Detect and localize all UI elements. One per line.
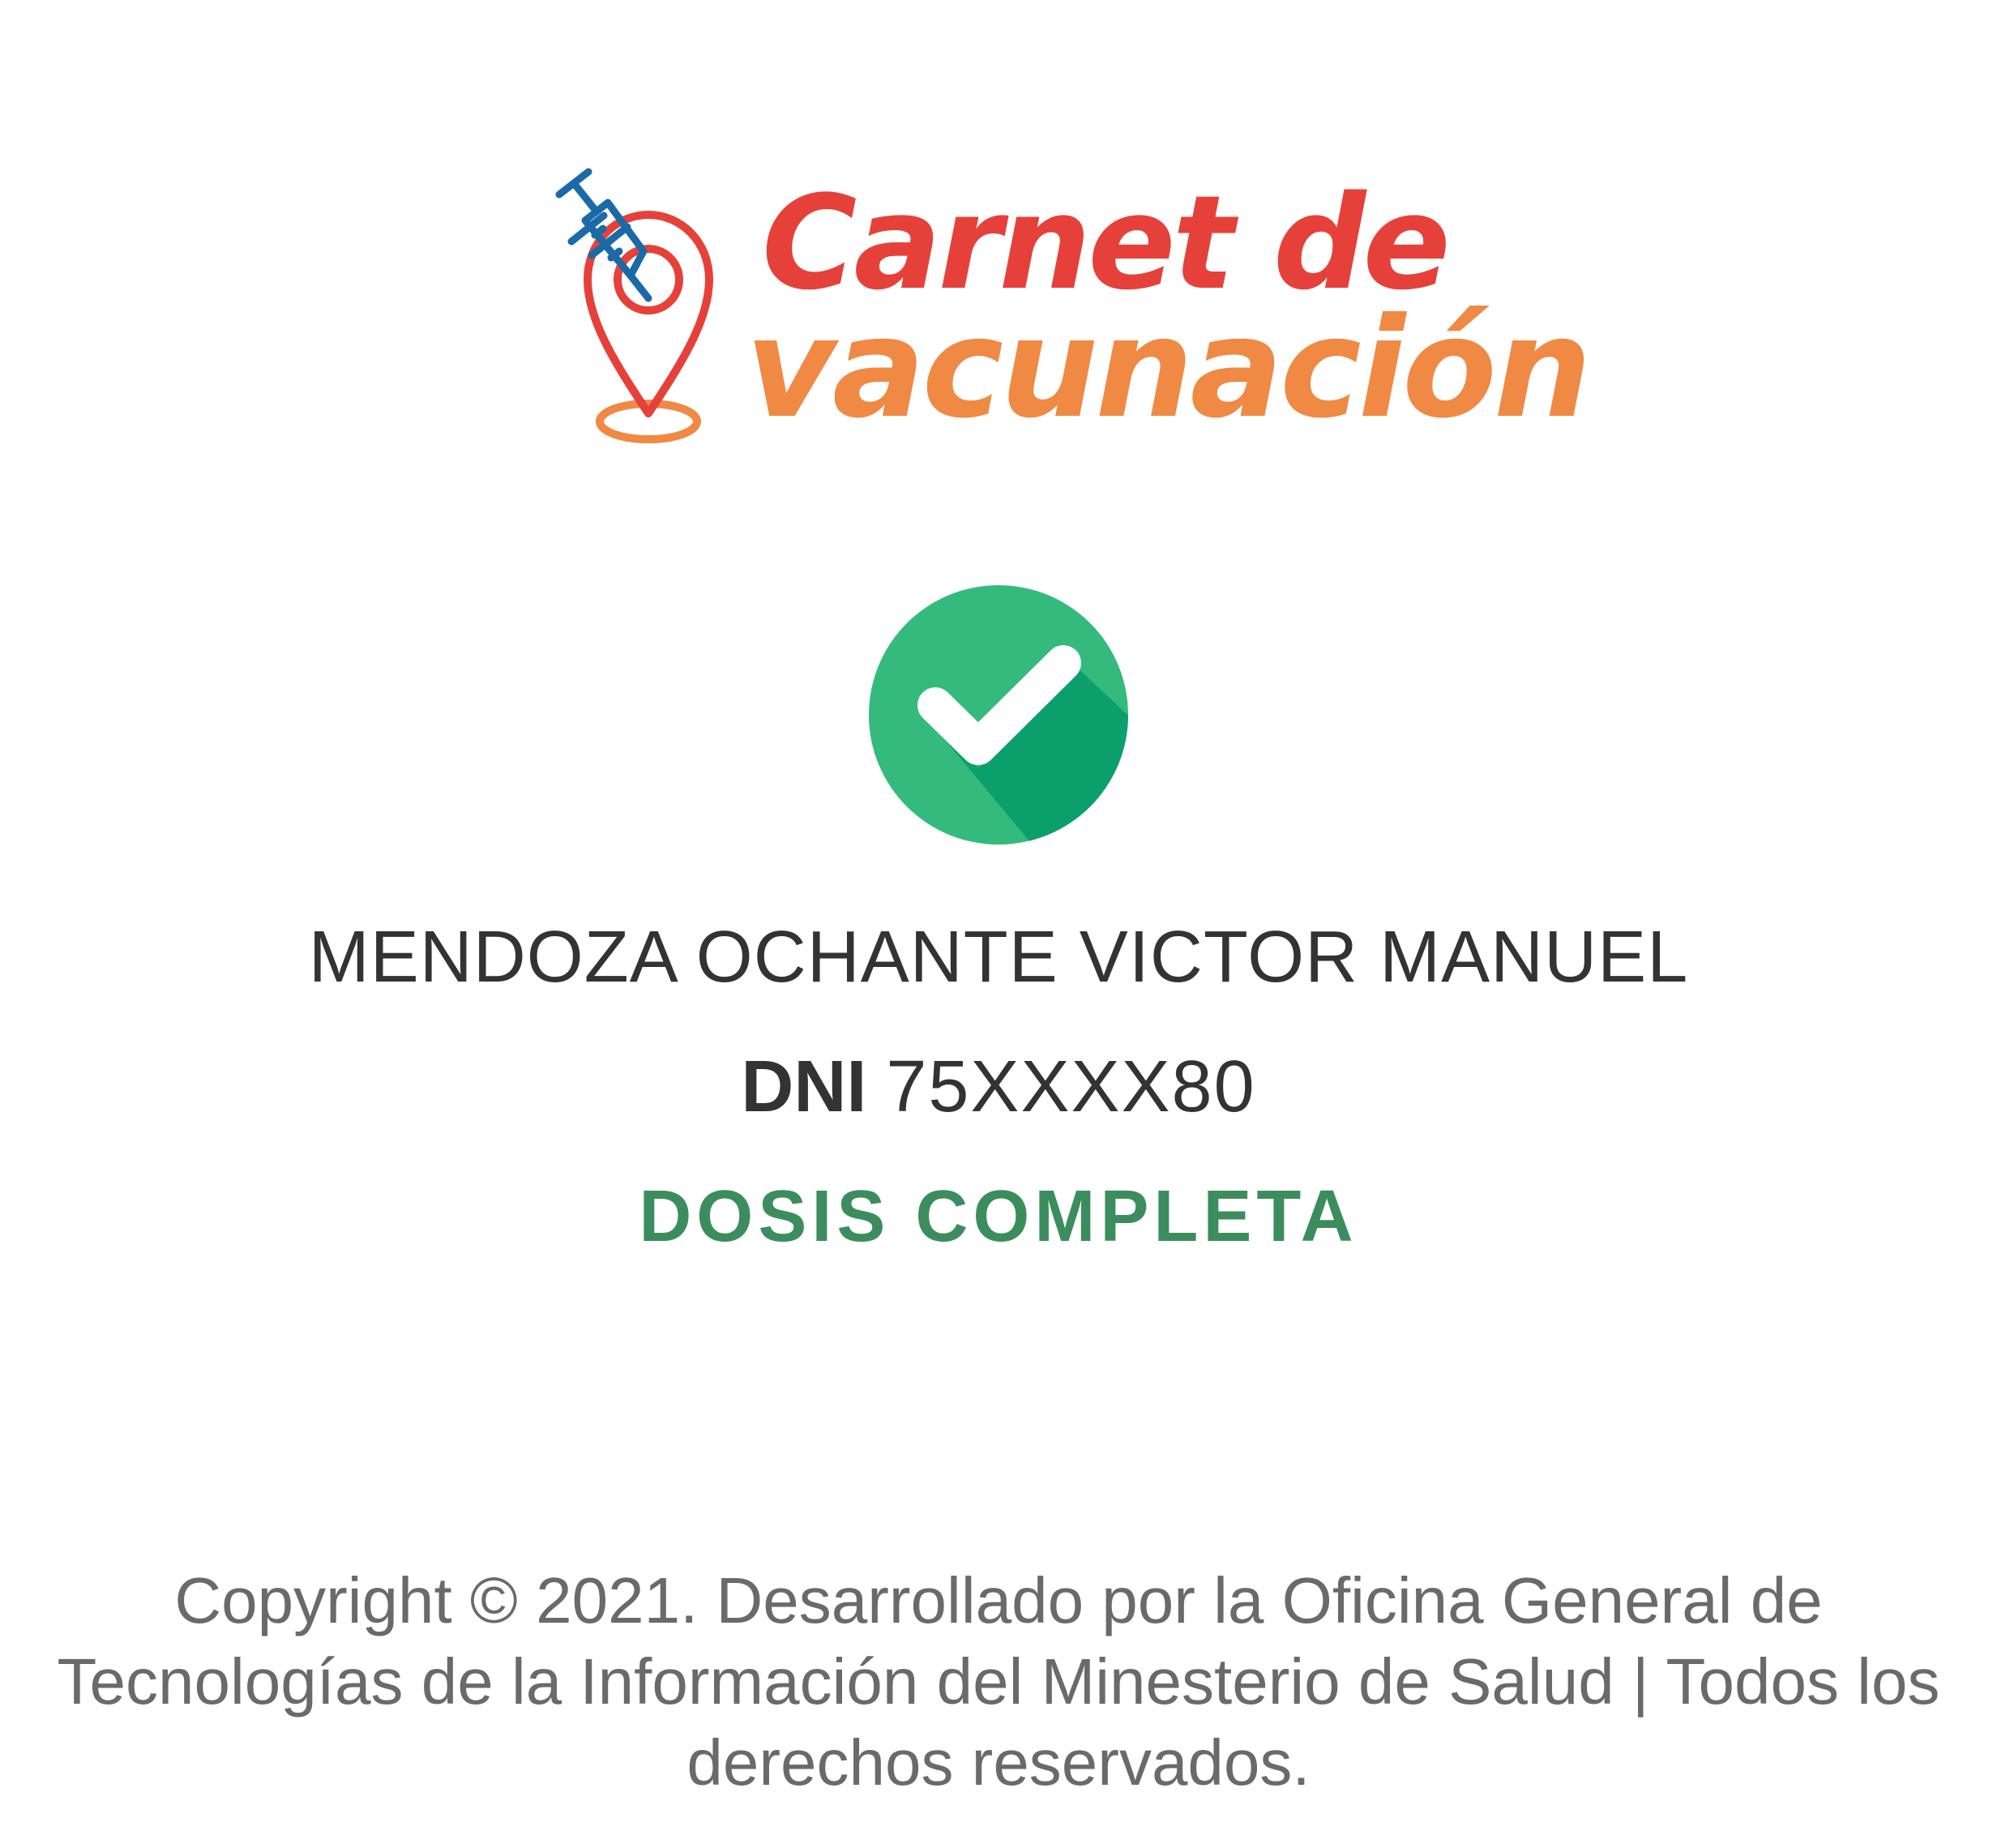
app-logo: Carnet de vacunación — [527, 146, 1592, 454]
dni-row: DNI 75XXXX80 — [0, 1046, 1997, 1129]
footer-line-3: derechos reservados. — [686, 1726, 1311, 1799]
logo-title-line2: vacunación — [746, 289, 1592, 449]
footer-copyright: Copyright © 2021. Desarrollado por la Of… — [0, 1560, 1997, 1803]
person-name: MENDOZA OCHANTE VICTOR MANUEL — [308, 917, 1689, 998]
footer-line-1: Copyright © 2021. Desarrollado por la Of… — [174, 1564, 1823, 1636]
footer-line-2: Tecnologías de la Información del Minest… — [57, 1645, 1940, 1718]
page: { "logo": { "line1": "Carnet de", "line2… — [0, 0, 1997, 1848]
dni-label: DNI — [741, 1046, 867, 1127]
check-circle-icon — [869, 585, 1128, 845]
syringe-location-pin-icon — [555, 168, 713, 443]
logo-title: Carnet de vacunación — [746, 178, 1592, 449]
dni-value: 75XXXX80 — [886, 1046, 1256, 1127]
vaccination-status: DOSIS COMPLETA — [639, 1176, 1358, 1257]
